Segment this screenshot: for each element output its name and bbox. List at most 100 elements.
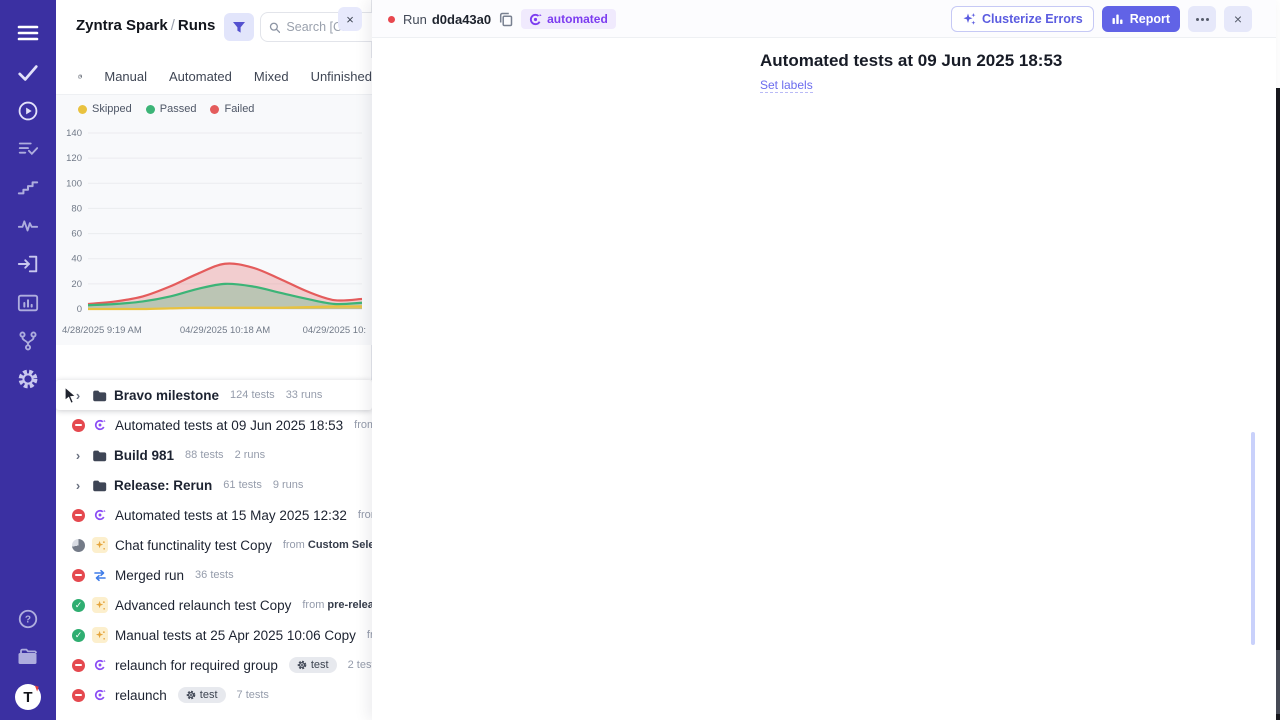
runs-tab-automated[interactable]: Automated bbox=[169, 69, 232, 84]
chevron-right-icon[interactable]: › bbox=[72, 478, 84, 493]
run-meta: 33 runs bbox=[286, 389, 323, 401]
runs-run-row[interactable]: ✓Manual tests at 25 Apr 2025 10:06 Copyf… bbox=[56, 620, 372, 650]
run-name: Merged run bbox=[115, 568, 184, 583]
automated-icon bbox=[92, 687, 108, 703]
settings-gear-icon[interactable] bbox=[0, 362, 56, 396]
test-list-scrollbar[interactable] bbox=[1251, 432, 1255, 645]
copy-icon[interactable] bbox=[499, 12, 513, 27]
failed-status-icon bbox=[72, 569, 85, 582]
svg-text:100: 100 bbox=[66, 178, 82, 189]
legend-dot bbox=[78, 105, 87, 114]
chevron-right-icon[interactable]: › bbox=[72, 388, 84, 403]
run-list-icon[interactable] bbox=[0, 132, 56, 166]
filter-funnel-button[interactable] bbox=[224, 13, 254, 41]
report-chart-icon bbox=[1112, 13, 1124, 25]
drawer-topbar: Run d0da43a0 automated Clusterize Errors… bbox=[372, 0, 1276, 38]
runs-tab-mixed[interactable]: Mixed bbox=[254, 69, 289, 84]
run-from-plan: from Custom Selection bbox=[283, 539, 372, 551]
set-labels-link[interactable]: Set labels bbox=[760, 78, 813, 93]
select-all-icon[interactable] bbox=[78, 68, 82, 85]
analytics-icon[interactable] bbox=[0, 286, 56, 320]
runs-run-row[interactable]: ✓Advanced relaunch test Copyfrom pre-rel… bbox=[56, 590, 372, 620]
svg-text:0: 0 bbox=[77, 304, 82, 315]
legend-label: Failed bbox=[224, 103, 254, 115]
runs-play-icon[interactable] bbox=[0, 94, 56, 128]
chevron-right-icon[interactable]: › bbox=[72, 448, 84, 463]
manual-icon bbox=[92, 537, 108, 553]
svg-text:20: 20 bbox=[71, 279, 82, 290]
runs-tab-unfinished[interactable]: Unfinished bbox=[311, 69, 372, 84]
tests-check-icon[interactable] bbox=[0, 56, 56, 90]
runs-group-row[interactable]: ›Build 98188 tests2 runs bbox=[56, 440, 372, 470]
run-from-plan: from plan 1: bbox=[358, 509, 372, 521]
project-name: Zyntra Spark bbox=[76, 17, 168, 34]
run-label: Run bbox=[403, 12, 427, 27]
run-name: relaunch for required group bbox=[115, 658, 278, 673]
legend-label: Skipped bbox=[92, 103, 132, 115]
legend-item-failed[interactable]: Failed bbox=[210, 103, 254, 115]
run-name: relaunch bbox=[115, 688, 167, 703]
steps-icon[interactable] bbox=[0, 170, 56, 204]
svg-text:04/29/2025 10:18 AM: 04/29/2025 10:18 AM bbox=[180, 325, 270, 336]
runs-panel: Zyntra Spark/Runs Manual Automated Mixed Un… bbox=[56, 0, 372, 720]
sign-in-icon[interactable] bbox=[0, 247, 56, 281]
menu-icon[interactable] bbox=[0, 16, 56, 50]
runs-run-row[interactable]: relaunch for required grouptest2 tests bbox=[56, 650, 372, 680]
runs-group-row[interactable]: ›Release: Rerun61 tests9 runs bbox=[56, 470, 372, 500]
activity-icon[interactable] bbox=[0, 208, 56, 242]
manual-icon bbox=[92, 627, 108, 643]
runs-run-row[interactable]: Automated tests at 09 Jun 2025 18:53from… bbox=[56, 410, 372, 440]
search-icon bbox=[269, 21, 280, 34]
failed-status-icon bbox=[72, 659, 85, 672]
projects-icon[interactable] bbox=[0, 640, 56, 674]
svg-text:40: 40 bbox=[71, 254, 82, 265]
svg-text:120: 120 bbox=[66, 153, 82, 164]
legend-item-passed[interactable]: Passed bbox=[146, 103, 197, 115]
runs-list: › Bravo milestone 124 tests 33 runs Automate… bbox=[56, 380, 372, 720]
legend-dot bbox=[146, 105, 155, 114]
run-group-name: Release: Rerun bbox=[114, 478, 212, 493]
failed-status-icon bbox=[72, 419, 85, 432]
runs-tab-manual[interactable]: Manual bbox=[104, 69, 147, 84]
breadcrumb: Zyntra Spark/Runs bbox=[76, 17, 215, 34]
run-meta: 2 runs bbox=[235, 449, 266, 461]
automated-icon bbox=[92, 417, 108, 433]
run-meta: 9 runs bbox=[273, 479, 304, 491]
run-name: Chat functinality test Copy bbox=[115, 538, 272, 553]
runs-history-chart: SkippedPassedFailed 0204060801001201404/… bbox=[56, 95, 372, 345]
run-name: Automated tests at 15 May 2025 12:32 bbox=[115, 508, 347, 523]
run-name: Manual tests at 25 Apr 2025 10:06 Copy bbox=[115, 628, 356, 643]
app-logo[interactable]: T bbox=[0, 680, 56, 714]
run-status-dot bbox=[388, 16, 395, 23]
svg-text:60: 60 bbox=[71, 229, 82, 240]
drawer-close-left-button[interactable]: × bbox=[338, 7, 362, 31]
runs-type-tabs: Manual Automated Mixed Unfinished bbox=[56, 58, 372, 95]
sparkles-icon bbox=[962, 12, 976, 26]
run-group-name: Build 981 bbox=[114, 448, 174, 463]
drawer-close-button[interactable]: × bbox=[1224, 6, 1252, 32]
clusterize-errors-button[interactable]: Clusterize Errors bbox=[951, 6, 1094, 32]
runs-run-row[interactable]: relaunchtest7 tests bbox=[56, 680, 372, 710]
runs-group-row[interactable]: › Bravo milestone 124 tests 33 runs bbox=[56, 380, 372, 410]
page-edge bbox=[1276, 88, 1280, 720]
runs-run-row[interactable]: Chat functinality test Copy from Custom S… bbox=[56, 530, 372, 560]
branches-icon[interactable] bbox=[0, 324, 56, 358]
runs-run-row[interactable]: Merged run 36 tests bbox=[56, 560, 372, 590]
help-icon[interactable]: ? bbox=[0, 602, 56, 636]
more-options-button[interactable] bbox=[1188, 6, 1216, 32]
section-name: Runs bbox=[178, 17, 216, 34]
legend-item-skipped[interactable]: Skipped bbox=[78, 103, 132, 115]
run-detail-drawer: Run d0da43a0 automated Clusterize Errors… bbox=[372, 0, 1276, 720]
run-meta: 124 tests bbox=[230, 389, 275, 401]
run-title: Automated tests at 09 Jun 2025 18:53 bbox=[760, 51, 1062, 71]
svg-text:04/29/2025 10:: 04/29/2025 10: bbox=[303, 325, 366, 336]
failed-status-icon bbox=[72, 689, 85, 702]
run-group-name: Bravo milestone bbox=[114, 388, 219, 403]
run-meta: 36 tests bbox=[195, 569, 234, 581]
page-scrollbar-thumb[interactable] bbox=[1276, 650, 1280, 714]
merged-icon bbox=[92, 567, 108, 583]
run-from-plan: from pre-release test bbox=[302, 599, 372, 611]
runs-run-row[interactable]: Automated tests at 15 May 2025 12:32 from… bbox=[56, 500, 372, 530]
report-button[interactable]: Report bbox=[1102, 6, 1180, 32]
run-name: Advanced relaunch test Copy bbox=[115, 598, 291, 613]
